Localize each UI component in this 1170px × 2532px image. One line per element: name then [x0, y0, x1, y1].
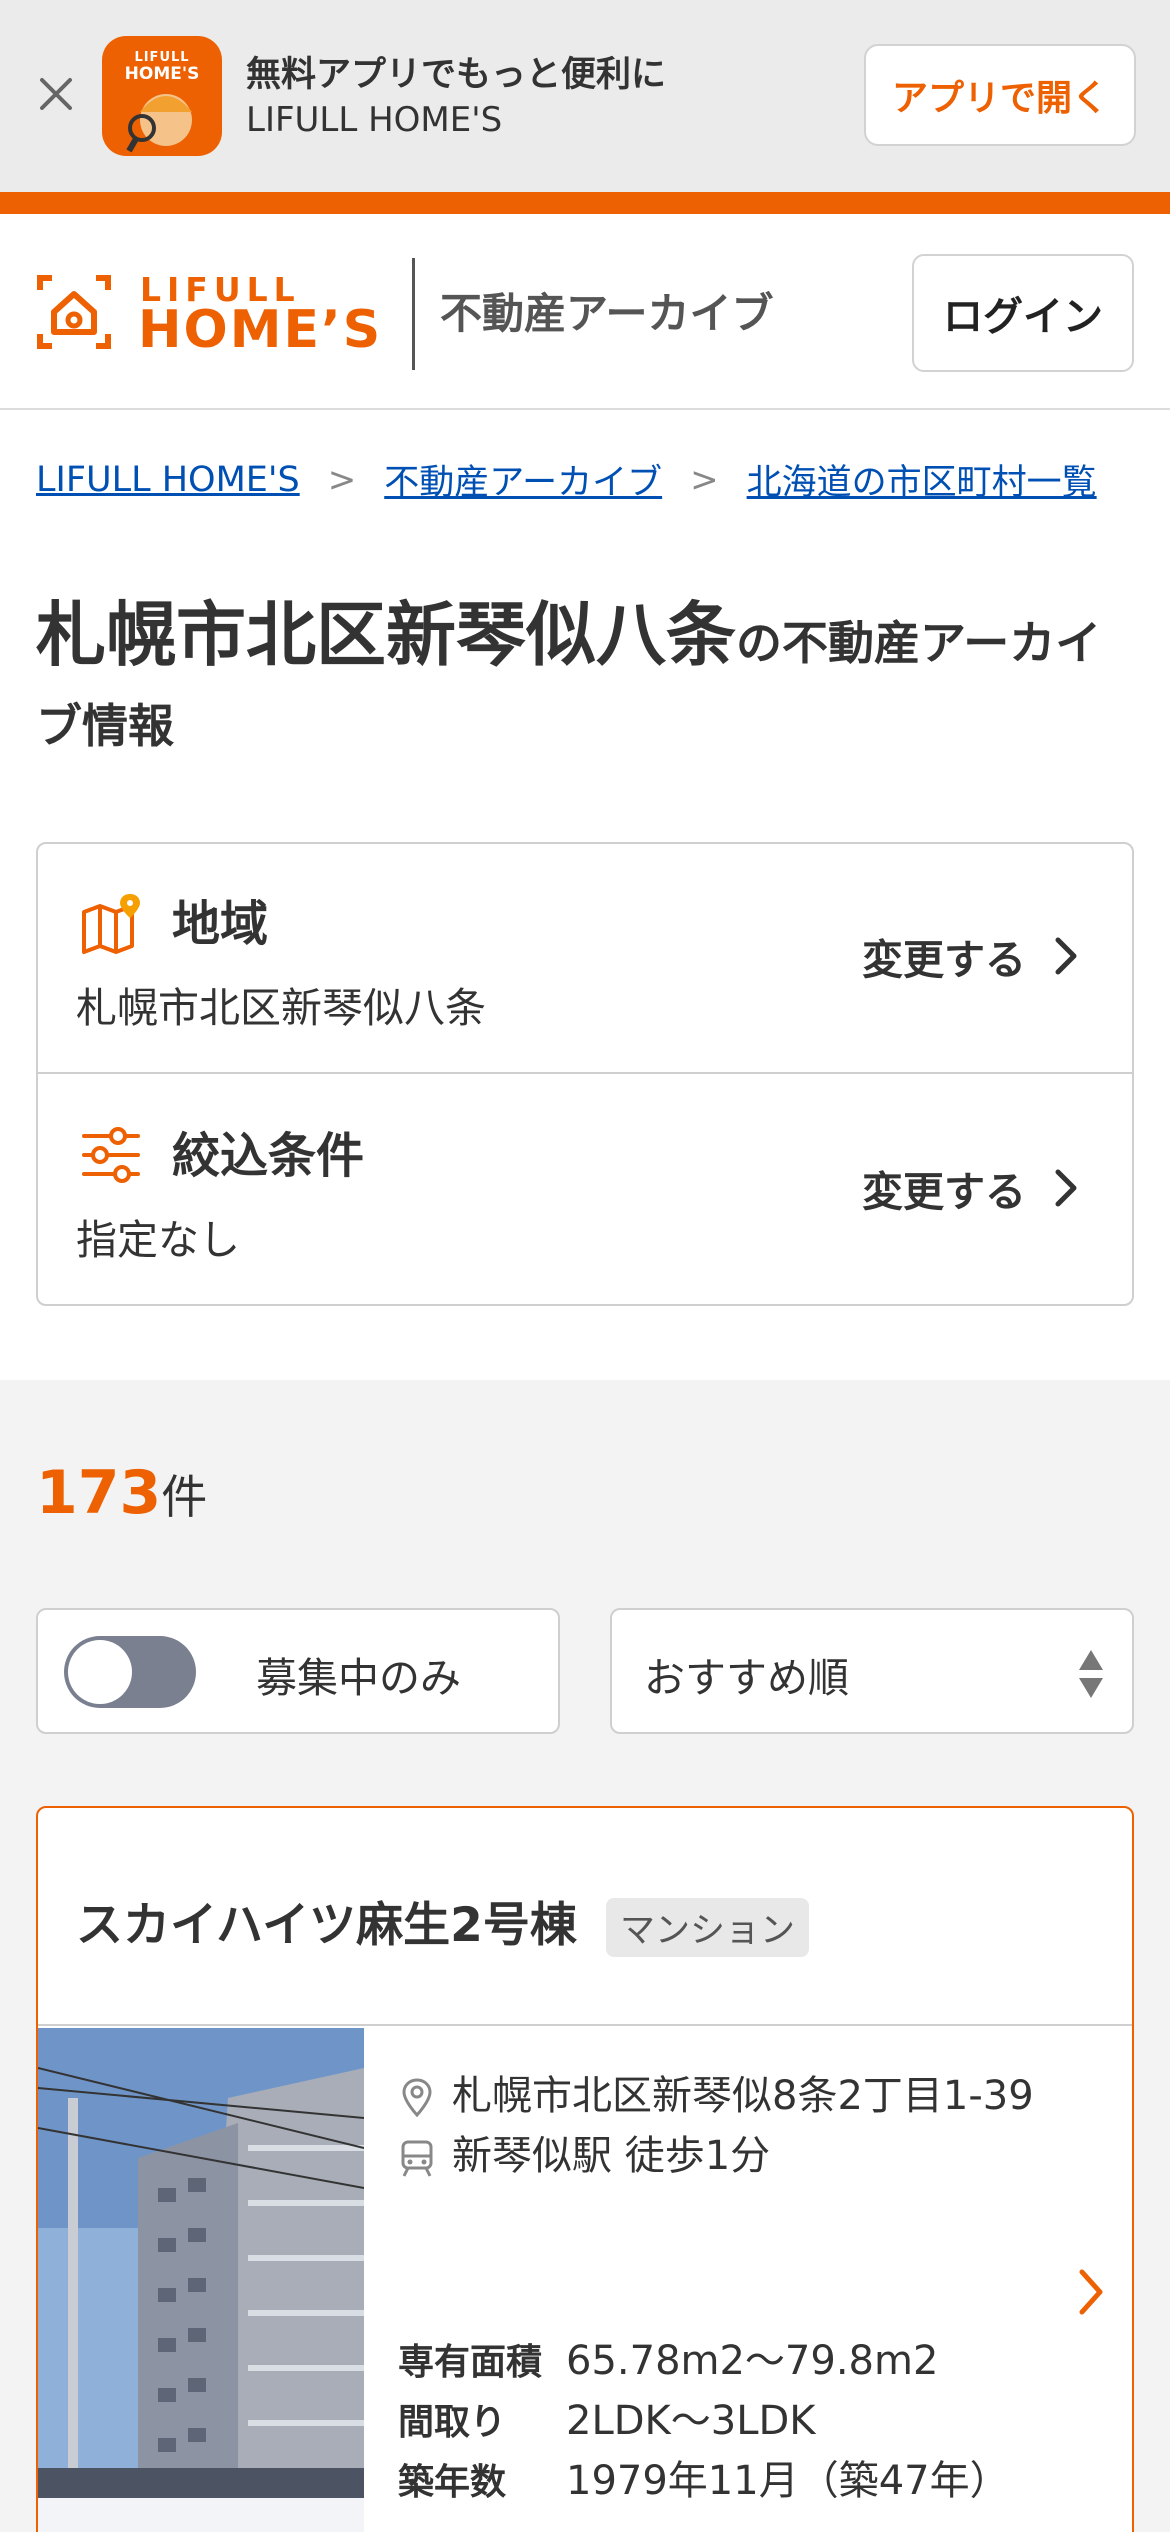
chevron-right-icon	[1055, 1169, 1077, 1207]
app-banner: LIFULL HOME'S 無料アプリでもっと便利に LIFULL HOME'S…	[0, 0, 1170, 192]
change-conditions-label: 変更する	[862, 1168, 1026, 1216]
train-icon	[401, 2140, 433, 2177]
filter-area-label: 地域	[172, 896, 269, 952]
sort-select-value: おすすめ順	[644, 1654, 849, 1702]
breadcrumb-link-archive[interactable]: 不動産アーカイブ	[384, 454, 662, 505]
breadcrumb-separator: >	[327, 459, 357, 500]
property-station-text: 新琴似駅 徒歩1分	[452, 2133, 771, 2179]
recruiting-only-toggle[interactable]	[64, 1636, 196, 1708]
property-type-tag: マンション	[606, 1898, 810, 1957]
lifull-homes-logo[interactable]: LIFULL HOME’S	[34, 266, 380, 358]
sort-select[interactable]: おすすめ順	[610, 1608, 1134, 1734]
filter-panel: 地域 札幌市北区新琴似八条 変更する 絞込条件 指定なし 変更する	[36, 842, 1134, 1306]
spec-key: 間取り	[398, 2402, 507, 2443]
change-area-label: 変更する	[862, 936, 1026, 984]
spec-building-age: 築年数 1979年11月（築47年）	[398, 2448, 1098, 2506]
chevron-right-icon[interactable]	[1072, 2264, 1110, 2320]
property-card[interactable]: スカイハイツ麻生2号棟 マンション 札幌市北区新琴似8条2丁目1-39 新琴似駅…	[36, 1806, 1134, 2532]
recruiting-only-label: 募集中のみ	[256, 1654, 461, 1702]
site-header: LIFULL HOME’S 不動産アーカイブ ログイン	[0, 214, 1170, 410]
chevron-right-icon	[1055, 937, 1077, 975]
property-photo[interactable]	[38, 2028, 364, 2532]
banner-title: 無料アプリでもっと便利に	[246, 55, 667, 95]
app-icon: LIFULL HOME'S	[102, 36, 222, 156]
spec-floor-area: 専有面積 65.78m2〜79.8m2	[398, 2328, 1098, 2386]
banner-subtitle: LIFULL HOME'S	[246, 100, 503, 140]
house-logo-icon	[37, 275, 111, 349]
property-name: スカイハイツ麻生2号棟	[76, 1898, 577, 1953]
change-area-button[interactable]: 変更する	[862, 926, 1086, 986]
login-button[interactable]: ログイン	[912, 254, 1134, 372]
property-info: 札幌市北区新琴似8条2丁目1-39 新琴似駅 徒歩1分	[398, 2066, 1078, 2186]
map-pin-icon	[82, 894, 140, 954]
breadcrumb: LIFULL HOME'S > 不動産アーカイブ > 北海道の市区町村一覧	[36, 454, 1097, 505]
header-section-title: 不動産アーカイブ	[440, 289, 774, 338]
spec-key: 築年数	[398, 2462, 507, 2503]
filter-conditions-label: 絞込条件	[172, 1128, 365, 1184]
result-count-number: 173	[36, 1458, 162, 1528]
breadcrumb-separator: >	[690, 459, 719, 500]
toggle-knob	[68, 1640, 132, 1704]
filter-row-area[interactable]: 地域 札幌市北区新琴似八条 変更する	[38, 844, 1132, 1074]
header-divider	[412, 258, 415, 370]
result-count: 173件	[36, 1458, 207, 1528]
breadcrumb-link-home[interactable]: LIFULL HOME'S	[36, 460, 300, 500]
property-station: 新琴似駅 徒歩1分	[398, 2126, 1078, 2186]
property-address-text: 札幌市北区新琴似8条2丁目1-39	[452, 2073, 1034, 2119]
filter-area-value: 札幌市北区新琴似八条	[76, 984, 486, 1032]
spec-value: 65.78m2〜79.8m2	[566, 2338, 939, 2384]
logo-text-bottom: HOME’S	[138, 300, 383, 360]
brand-bar	[0, 192, 1170, 214]
spec-key: 専有面積	[398, 2342, 543, 2383]
result-count-unit: 件	[161, 1470, 208, 1524]
property-card-header: スカイハイツ麻生2号棟 マンション	[38, 1808, 1132, 2026]
page-title: 札幌市北区新琴似八条の不動産アーカイブ情報	[36, 596, 1136, 770]
results-section: 173件 募集中のみ おすすめ順 スカイハイツ麻生2号棟 マンション 札幌市北区…	[0, 1380, 1170, 2532]
filter-conditions-value: 指定なし	[76, 1216, 240, 1264]
change-conditions-button[interactable]: 変更する	[862, 1158, 1086, 1218]
location-pin-icon	[402, 2078, 432, 2118]
sliders-icon	[82, 1127, 140, 1183]
close-icon[interactable]	[28, 66, 84, 122]
spec-layout: 間取り 2LDK〜3LDK	[398, 2388, 1098, 2446]
breadcrumb-link-hokkaido[interactable]: 北海道の市区町村一覧	[747, 454, 1097, 505]
recruiting-only-toggle-box[interactable]: 募集中のみ	[36, 1608, 560, 1734]
open-app-button[interactable]: アプリで開く	[864, 44, 1136, 146]
page-title-area: 札幌市北区新琴似八条	[36, 594, 736, 676]
select-arrows-icon	[1079, 1650, 1103, 1698]
spec-value: 2LDK〜3LDK	[566, 2398, 816, 2444]
filter-row-conditions[interactable]: 絞込条件 指定なし 変更する	[38, 1076, 1132, 1306]
property-address: 札幌市北区新琴似8条2丁目1-39	[398, 2066, 1078, 2126]
spec-value: 1979年11月（築47年）	[566, 2458, 1010, 2504]
